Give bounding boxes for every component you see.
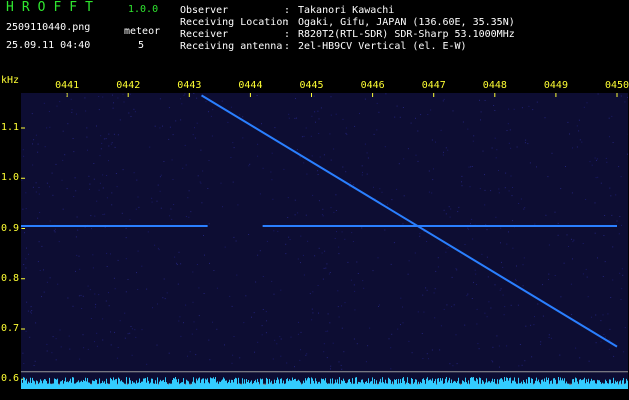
y-tick-label: 1.0 <box>1 172 20 184</box>
drifting-signal <box>201 94 618 348</box>
noise-floor-strip <box>21 377 628 389</box>
file-name: 2509110440.png <box>6 22 91 33</box>
info-label-antenna: Receiving antenna <box>180 41 283 52</box>
x-tick-label: 0448 <box>482 80 507 91</box>
y-tick-label: 0.9 <box>1 222 20 234</box>
y-axis-unit: kHz <box>1 75 20 86</box>
info-label-receiver: Receiver <box>180 29 229 40</box>
info-label-location: Receiving Location <box>180 17 289 28</box>
info-label-observer: Observer <box>180 5 229 16</box>
x-tick-label: 0444 <box>238 80 263 91</box>
spectrogram-svg <box>21 93 628 389</box>
y-tick-label: 0.6 <box>1 373 20 385</box>
y-tick-label: 0.8 <box>1 272 20 284</box>
x-tick-label: 0449 <box>543 80 568 91</box>
app-title: HROFFT <box>6 0 101 15</box>
info-sep: : <box>284 17 291 28</box>
info-value-location: Ogaki, Gifu, JAPAN (136.60E, 35.35N) <box>298 17 515 28</box>
meteor-label: meteor <box>124 26 161 37</box>
x-tick-label: 0442 <box>116 80 141 91</box>
spectrogram-plot <box>21 93 628 389</box>
x-tick-label: 0443 <box>177 80 202 91</box>
app-version: 1.0.0 <box>128 4 159 15</box>
x-tick-label: 0446 <box>360 80 385 91</box>
y-tick-label: 0.7 <box>1 323 20 334</box>
x-tick-label: 0447 <box>421 80 446 91</box>
info-sep: : <box>284 29 291 40</box>
info-value-observer: Takanori Kawachi <box>298 5 395 16</box>
info-value-antenna: 2el-HB9CV Vertical (el. E-W) <box>298 41 467 52</box>
timestamp: 25.09.11 04:40 <box>6 40 91 51</box>
meteor-count: 5 <box>138 40 145 51</box>
x-tick-label: 0450 <box>605 80 629 91</box>
x-tick-label: 0441 <box>55 80 80 91</box>
noise-layer <box>21 93 628 370</box>
info-value-receiver: R820T2(RTL-SDR) SDR-Sharp 53.1000MHz <box>298 29 515 40</box>
info-sep: : <box>284 5 291 16</box>
x-tick-label: 0445 <box>299 80 324 91</box>
info-sep: : <box>284 41 291 52</box>
y-tick-label: 1.1 <box>1 122 20 133</box>
